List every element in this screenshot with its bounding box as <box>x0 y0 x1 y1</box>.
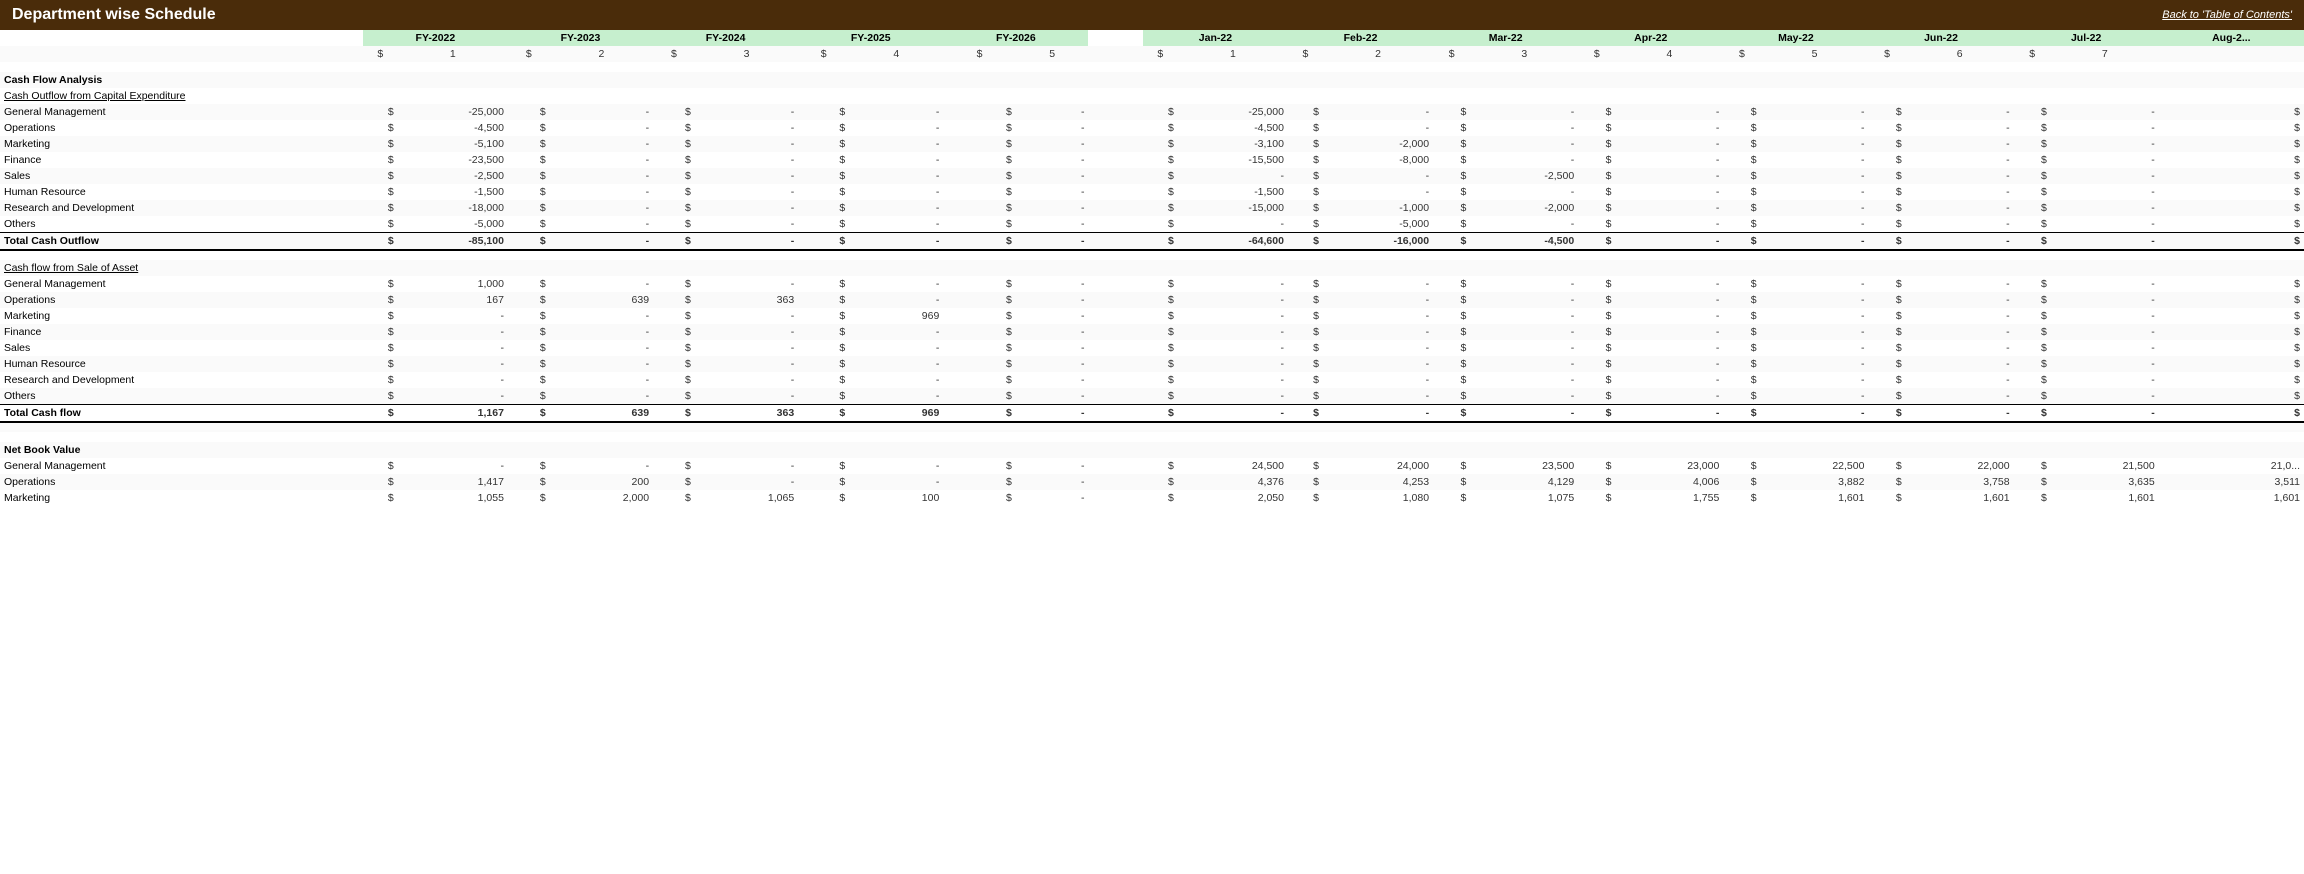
fy-2023-header: FY-2023 <box>508 30 653 46</box>
page-title: Department wise Schedule <box>12 6 216 24</box>
back-link[interactable]: Back to 'Table of Contents' <box>2162 9 2292 21</box>
spacer-row <box>0 62 2304 72</box>
nbv-general-management: General Management $- $- $- $- $- $24,50… <box>0 458 2304 474</box>
spacer-row-2 <box>0 250 2304 260</box>
capex-general-management: General Management $-25,000 $- $- $- $- … <box>0 104 2304 120</box>
spacer-row-3 <box>0 422 2304 432</box>
aug22-header: Aug-2... <box>2159 30 2304 46</box>
capex-others: Others $-5,000 $- $- $- $- $- $-5,000 $-… <box>0 216 2304 233</box>
sale-human-resource: Human Resource $- $- $- $- $- $- $- $- $… <box>0 356 2304 372</box>
cash-flow-analysis-title: Cash Flow Analysis <box>0 72 2304 88</box>
fy-header-row: FY-2022 FY-2023 FY-2024 FY-2025 FY-2026 … <box>0 30 2304 46</box>
nbv-operations: Operations $1,417 $200 $- $- $- $4,376 $… <box>0 474 2304 490</box>
may22-header: May-22 <box>1723 30 1868 46</box>
capex-marketing: Marketing $-5,100 $- $- $- $- $-3,100 $-… <box>0 136 2304 152</box>
jan22-header: Jan-22 <box>1143 30 1288 46</box>
feb22-header: Feb-22 <box>1288 30 1433 46</box>
apr22-header: Apr-22 <box>1578 30 1723 46</box>
net-book-value-title: Net Book Value <box>0 442 2304 458</box>
sale-operations: Operations $167 $639 $363 $- $- $- $- $-… <box>0 292 2304 308</box>
capex-finance: Finance $-23,500 $- $- $- $- $-15,500 $-… <box>0 152 2304 168</box>
total-cash-flow: Total Cash flow $1,167 $639 $363 $969 $-… <box>0 405 2304 423</box>
jun22-header: Jun-22 <box>1868 30 2013 46</box>
capex-operations: Operations $-4,500 $- $- $- $- $-4,500 $… <box>0 120 2304 136</box>
nbv-marketing: Marketing $1,055 $2,000 $1,065 $100 $- $… <box>0 490 2304 506</box>
spacer-row-4 <box>0 432 2304 442</box>
fy-2025-header: FY-2025 <box>798 30 943 46</box>
sale-others: Others $- $- $- $- $- $- $- $- $- $- $- … <box>0 388 2304 405</box>
total-cash-outflow: Total Cash Outflow $-85,100 $- $- $- $- … <box>0 233 2304 251</box>
sub-header-row: $1 $2 $3 $4 $5 $1 $2 $3 $4 $5 $6 $7 <box>0 46 2304 62</box>
capital-expenditure-subtitle: Cash Outflow from Capital Expenditure <box>0 88 2304 104</box>
fy-2026-header: FY-2026 <box>943 30 1088 46</box>
main-table: FY-2022 FY-2023 FY-2024 FY-2025 FY-2026 … <box>0 30 2304 506</box>
sale-finance: Finance $- $- $- $- $- $- $- $- $- $- $-… <box>0 324 2304 340</box>
capex-research-development: Research and Development $-18,000 $- $- … <box>0 200 2304 216</box>
sale-general-management: General Management $1,000 $- $- $- $- $-… <box>0 276 2304 292</box>
mar22-header: Mar-22 <box>1433 30 1578 46</box>
fy-2024-header: FY-2024 <box>653 30 798 46</box>
header-bar: Department wise Schedule Back to 'Table … <box>0 0 2304 30</box>
capex-sales: Sales $-2,500 $- $- $- $- $- $- $-2,500 … <box>0 168 2304 184</box>
sale-marketing: Marketing $- $- $- $969 $- $- $- $- $- $… <box>0 308 2304 324</box>
sale-research-development: Research and Development $- $- $- $- $- … <box>0 372 2304 388</box>
sale-of-asset-subtitle: Cash flow from Sale of Asset <box>0 260 2304 276</box>
jul22-header: Jul-22 <box>2014 30 2159 46</box>
capex-human-resource: Human Resource $-1,500 $- $- $- $- $-1,5… <box>0 184 2304 200</box>
sale-sales: Sales $- $- $- $- $- $- $- $- $- $- $- $… <box>0 340 2304 356</box>
fy-2022-header: FY-2022 <box>363 30 508 46</box>
